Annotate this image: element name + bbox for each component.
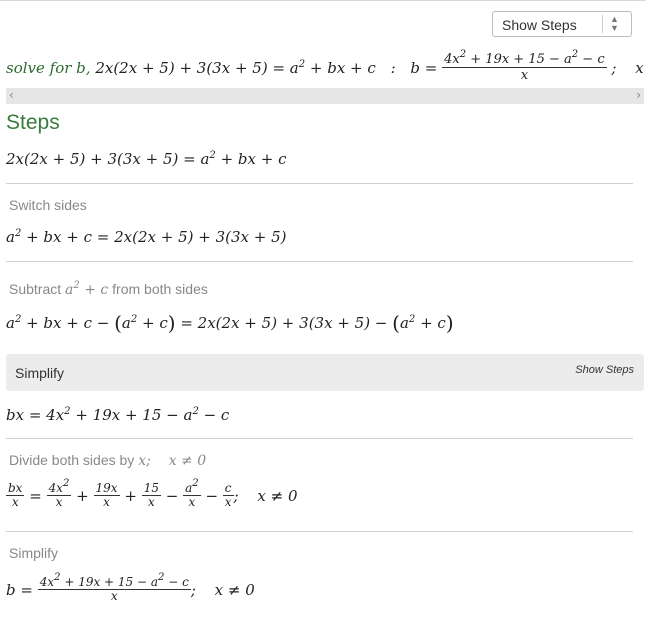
result-condition: x ≠ 0 bbox=[635, 58, 646, 77]
show-steps-select-label: Show Steps bbox=[502, 17, 577, 33]
step-equation-4: bx = 4x2 + 19x + 15 − a2 − c bbox=[6, 406, 230, 424]
step-hint-switch-sides: Switch sides bbox=[9, 197, 87, 213]
frac-bx-x: bx x bbox=[6, 481, 25, 509]
show-steps-select[interactable]: Show Steps ▲ ▼ bbox=[492, 11, 632, 37]
step-equation-3: a2 + bx + c − (a2 + c) = 2x(2x + 5) + 3(… bbox=[6, 311, 454, 335]
divider bbox=[6, 438, 633, 439]
result-b: b = bbox=[410, 58, 438, 77]
divider bbox=[6, 531, 633, 532]
top-border bbox=[0, 0, 646, 1]
step-hint-subtract: Subtract a2 + c from both sides bbox=[9, 280, 208, 299]
result-equation: 2x(2x + 5) + 3(3x + 5) = a2 + bx + c bbox=[95, 58, 376, 77]
step-hint-divide: Divide both sides by x; x ≠ 0 bbox=[9, 452, 207, 469]
horizontal-scrollbar[interactable]: ‹ › bbox=[6, 88, 644, 104]
step-equation-6: b = 4x2 + 19x + 15 − a2 − c x ; x ≠ 0 bbox=[6, 572, 255, 603]
result-denominator: x bbox=[520, 68, 529, 83]
simplify-step-bar[interactable]: Simplify Show Steps bbox=[6, 354, 644, 391]
divider bbox=[6, 261, 633, 262]
result-fraction: 4x2 + 19x + 15 − a2 − c x bbox=[442, 49, 607, 83]
select-separator bbox=[602, 15, 603, 33]
result-colon: : bbox=[390, 58, 396, 77]
scroll-left-icon[interactable]: ‹ bbox=[9, 88, 14, 102]
frac-19x-x: 19x x bbox=[93, 481, 120, 509]
steps-title: Steps bbox=[6, 111, 60, 134]
result-numerator: 4x2 + 19x + 15 − a2 − c bbox=[442, 49, 607, 68]
frac-a2-x: a2 x bbox=[183, 478, 201, 509]
frac-4x2-x: 4x2 x bbox=[46, 478, 72, 509]
simplify-label: Simplify bbox=[15, 365, 65, 381]
step-equation-1: 2x(2x + 5) + 3(3x + 5) = a2 + bx + c bbox=[6, 150, 287, 168]
result-prefix: solve for b, bbox=[6, 58, 91, 77]
step-equation-5: bx x = 4x2 x + 19x x + 15 x − a2 x − c x; x ≠ … bbox=[6, 478, 298, 509]
step-equation-2: a2 + bx + c = 2x(2x + 5) + 3(3x + 5) bbox=[6, 228, 287, 246]
show-steps-link[interactable]: Show Steps bbox=[575, 364, 634, 376]
step-hint-simplify: Simplify bbox=[9, 545, 59, 561]
frac-15-x: 15 x bbox=[141, 481, 161, 509]
scroll-right-icon[interactable]: › bbox=[636, 88, 641, 102]
final-fraction: 4x2 + 19x + 15 − a2 − c x bbox=[37, 572, 191, 603]
updown-arrows-icon: ▲ ▼ bbox=[610, 14, 619, 33]
result-line: solve for b, 2x(2x + 5) + 3(3x + 5) = a2… bbox=[6, 49, 646, 84]
divider bbox=[6, 183, 633, 184]
frac-c-x: cx bbox=[222, 481, 234, 509]
